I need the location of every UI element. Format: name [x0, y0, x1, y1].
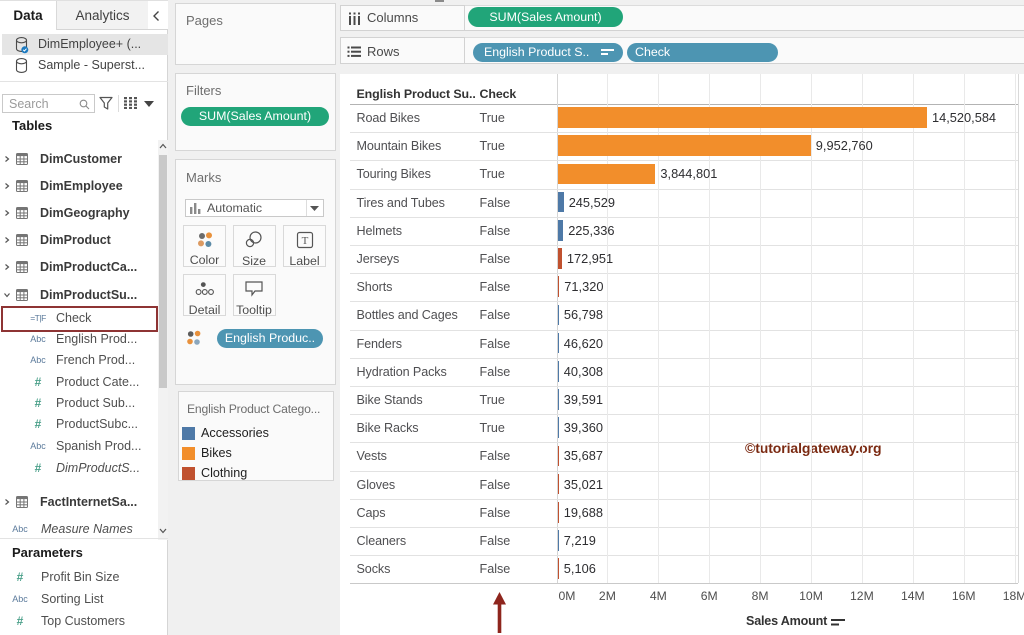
svg-text:T: T [301, 235, 308, 247]
